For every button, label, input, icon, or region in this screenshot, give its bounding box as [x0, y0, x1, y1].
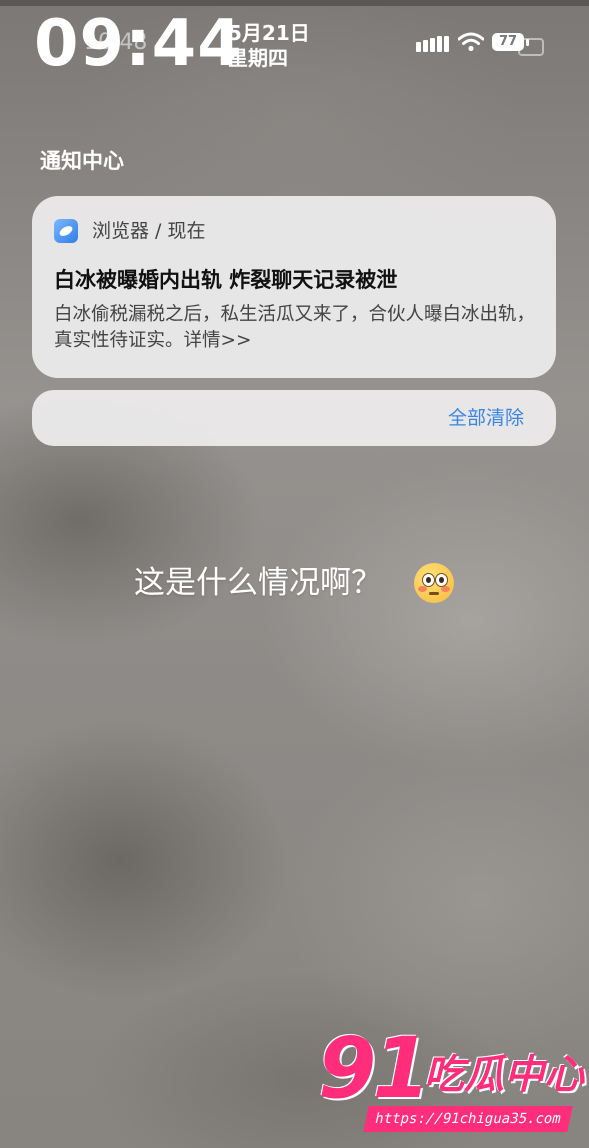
notification-card[interactable]: 浏览器 / 现在 白冰被曝婚内出轨 炸裂聊天记录被泄 白冰偷税漏税之后，私生活瓜…: [32, 196, 556, 378]
caption-text: 这是什么情况啊？: [134, 565, 382, 601]
top-edge: [0, 0, 589, 6]
watermark-url: https://91chigua35.com: [363, 1106, 573, 1132]
browser-icon: [54, 219, 78, 243]
watermark-logo: 91 吃瓜中心: [318, 1019, 584, 1117]
weekday-label: 星期四: [228, 46, 288, 70]
overlay-battery-icon: [518, 38, 544, 56]
watermark-number: 91: [318, 1019, 431, 1117]
clear-all-bar: 全部清除: [32, 390, 556, 446]
notification-center-title: 通知中心: [40, 149, 124, 173]
clear-all-button[interactable]: 全部清除: [448, 404, 524, 432]
overlay-time: 10:48: [84, 30, 148, 55]
signal-icon: [416, 36, 450, 52]
notification-body: 白冰偷税漏税之后，私生活瓜又来了，合伙人曝白冰出轨，真实性待证实。详情>>: [54, 304, 536, 351]
status-icons: 77: [416, 30, 556, 56]
date-label: 5月21日: [228, 21, 310, 45]
wifi-icon: [458, 32, 484, 52]
notification-source: 浏览器 / 现在: [92, 220, 206, 242]
flushed-face-emoji: [414, 563, 454, 603]
notification-title: 白冰被曝婚内出轨 炸裂聊天记录被泄: [54, 268, 398, 292]
watermark-text: 吃瓜中心: [424, 1052, 584, 1098]
